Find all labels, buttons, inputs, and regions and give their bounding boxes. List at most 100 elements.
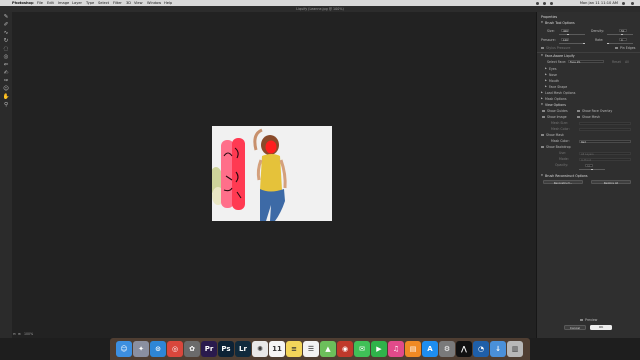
- freeze-mask-tool-icon[interactable]: ✍: [2, 70, 10, 77]
- size-field[interactable]: 400: [561, 29, 569, 33]
- reset-all-faces-button[interactable]: All: [625, 60, 629, 64]
- pin-edges-checkbox[interactable]: [615, 46, 618, 50]
- show-mask-checkbox[interactable]: [541, 133, 544, 137]
- preview-checkbox[interactable]: [580, 318, 583, 322]
- size-slider-knob[interactable]: [567, 33, 569, 36]
- dock-downloads-icon[interactable]: ↓: [490, 341, 506, 357]
- dock-quicktime-icon[interactable]: ◔: [473, 341, 489, 357]
- dock-itunes-icon[interactable]: ♫: [388, 341, 404, 357]
- stylus-pressure-checkbox[interactable]: [541, 46, 544, 50]
- face-tool-icon[interactable]: ☺: [2, 86, 10, 93]
- density-slider-knob[interactable]: [621, 33, 623, 36]
- reconstruct-tool-icon[interactable]: ✐: [2, 22, 10, 29]
- thaw-mask-tool-icon[interactable]: ✑: [2, 78, 10, 85]
- pucker-tool-icon[interactable]: ◌: [2, 46, 10, 53]
- dock-calendar-icon[interactable]: 11: [269, 341, 285, 357]
- disclosure-closed-icon[interactable]: ▶: [545, 67, 547, 71]
- pressure-field[interactable]: 100: [561, 38, 569, 42]
- dock-system-preferences-icon[interactable]: ⚙: [439, 341, 455, 357]
- pressure-slider[interactable]: [559, 43, 585, 44]
- rate-slider[interactable]: [607, 43, 633, 44]
- disclosure-open-icon[interactable]: ▼: [541, 21, 543, 25]
- bloat-tool-icon[interactable]: ◎: [2, 54, 10, 61]
- dock-app-store-icon[interactable]: A: [422, 341, 438, 357]
- dock-facetime-icon[interactable]: ▶: [371, 341, 387, 357]
- image-canvas[interactable]: [212, 126, 332, 221]
- dock-safari-icon[interactable]: ⊙: [150, 341, 166, 357]
- dock-photo-booth-icon[interactable]: ◉: [337, 341, 353, 357]
- dock-premiere-pro-icon[interactable]: Pr: [201, 341, 217, 357]
- disclosure-closed-icon[interactable]: ▶: [545, 79, 547, 83]
- density-field[interactable]: 50: [619, 29, 627, 33]
- dock-photoshop-icon[interactable]: Ps: [218, 341, 234, 357]
- density-slider[interactable]: [607, 34, 633, 35]
- dock-reminders-icon[interactable]: ☰: [303, 341, 319, 357]
- hand-tool-icon[interactable]: ✋: [2, 94, 10, 101]
- brush-tool-options-header[interactable]: Brush Tool Options: [545, 21, 575, 25]
- dock-chrome-icon[interactable]: ◎: [167, 341, 183, 357]
- backdrop-opacity-slider-knob[interactable]: [591, 168, 593, 171]
- show-face-overlay-checkbox[interactable]: [577, 109, 580, 113]
- face-group-nose[interactable]: Nose: [549, 73, 557, 77]
- dock-lightroom-icon[interactable]: Lr: [235, 341, 251, 357]
- disclosure-closed-icon[interactable]: ▶: [545, 85, 547, 89]
- status-icon[interactable]: [536, 1, 539, 5]
- backdrop-opacity-field[interactable]: 50: [585, 163, 593, 168]
- dock-messages-icon[interactable]: ✉: [354, 341, 370, 357]
- zoom-in-icon[interactable]: ⊞: [18, 332, 21, 337]
- zoom-tool-icon[interactable]: ⚲: [2, 102, 10, 109]
- size-slider[interactable]: [559, 34, 585, 35]
- disclosure-open-icon[interactable]: ▼: [541, 54, 543, 58]
- dock-notes-icon[interactable]: ≡: [286, 341, 302, 357]
- face-aware-header[interactable]: Face-Aware Liquify: [545, 54, 575, 58]
- disclosure-closed-icon[interactable]: ▶: [541, 91, 543, 95]
- notification-center-icon[interactable]: [631, 1, 634, 5]
- dock-finder-icon[interactable]: ☺: [116, 341, 132, 357]
- show-guides-checkbox[interactable]: [542, 109, 545, 113]
- dock-maps-icon[interactable]: ▲: [320, 341, 336, 357]
- backdrop-mode-dropdown[interactable]: In Front: [579, 157, 631, 162]
- dock-acrobat-icon[interactable]: ⋀: [456, 341, 472, 357]
- load-mesh-options-header[interactable]: Load Mesh Options: [545, 91, 575, 95]
- face-group-mouth[interactable]: Mouth: [549, 79, 559, 83]
- smooth-tool-icon[interactable]: ∿: [2, 30, 10, 37]
- show-mesh-checkbox[interactable]: [577, 115, 580, 119]
- mesh-size-dropdown[interactable]: [579, 121, 631, 125]
- zoom-level[interactable]: 100%: [24, 332, 33, 337]
- show-image-checkbox[interactable]: [542, 115, 545, 119]
- dock-photos-icon[interactable]: ✺: [252, 341, 268, 357]
- restore-all-button[interactable]: Restore All: [591, 180, 631, 185]
- disclosure-open-icon[interactable]: ▼: [541, 103, 543, 107]
- mesh-color-dropdown[interactable]: [579, 127, 631, 131]
- wifi-icon[interactable]: [543, 1, 546, 5]
- backdrop-use-dropdown[interactable]: All Layers: [579, 151, 631, 156]
- ok-button[interactable]: OK: [590, 325, 612, 330]
- select-face-dropdown[interactable]: Face #1: [568, 60, 604, 64]
- push-left-tool-icon[interactable]: ⇐: [2, 62, 10, 69]
- pressure-slider-knob[interactable]: [583, 42, 585, 45]
- cancel-button[interactable]: Cancel: [564, 325, 586, 330]
- dock-trash-icon[interactable]: ▥: [507, 341, 523, 357]
- brush-reconstruct-header[interactable]: Brush Reconstruct Options: [545, 174, 588, 178]
- spotlight-icon[interactable]: [622, 1, 625, 5]
- face-group-face-shape[interactable]: Face Shape: [549, 85, 567, 89]
- rate-field[interactable]: 0: [619, 38, 627, 42]
- view-options-header[interactable]: View Options: [545, 103, 566, 107]
- forward-warp-tool-icon[interactable]: ✎: [2, 14, 10, 21]
- mask-color-dropdown[interactable]: Red: [579, 139, 631, 144]
- reset-face-button[interactable]: Reset: [612, 60, 621, 64]
- rate-slider-knob[interactable]: [607, 42, 609, 45]
- dock-launchpad-icon[interactable]: ✦: [133, 341, 149, 357]
- disclosure-closed-icon[interactable]: ▶: [545, 73, 547, 77]
- disclosure-closed-icon[interactable]: ▶: [541, 97, 543, 101]
- dock-books-icon[interactable]: ▤: [405, 341, 421, 357]
- reconstruct-button[interactable]: Reconstruct...: [543, 180, 583, 185]
- twirl-clockwise-tool-icon[interactable]: ↻: [2, 38, 10, 45]
- mask-options-header[interactable]: Mask Options: [545, 97, 567, 101]
- disclosure-open-icon[interactable]: ▼: [541, 174, 543, 178]
- zoom-out-icon[interactable]: ⊟: [13, 332, 16, 337]
- face-group-eyes[interactable]: Eyes: [549, 67, 557, 71]
- battery-icon[interactable]: [550, 1, 553, 5]
- dock-settings-icon[interactable]: ✿: [184, 341, 200, 357]
- show-backdrop-checkbox[interactable]: [541, 145, 544, 149]
